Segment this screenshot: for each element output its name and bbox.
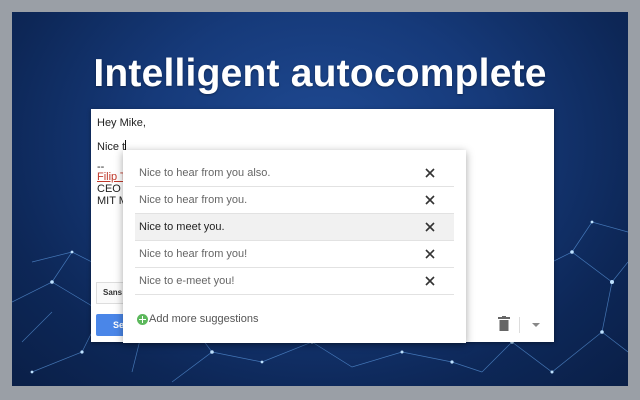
- trash-icon[interactable]: [497, 316, 511, 332]
- chevron-down-icon[interactable]: [532, 323, 540, 327]
- suggestion-label: Nice to hear from you.: [139, 194, 248, 206]
- close-icon[interactable]: [423, 247, 437, 261]
- close-icon[interactable]: [423, 193, 437, 207]
- signature-role: CEO: [97, 183, 121, 195]
- suggestion-label: Nice to meet you.: [139, 221, 225, 233]
- close-icon[interactable]: [423, 166, 437, 180]
- plus-icon: [137, 314, 148, 325]
- autocomplete-popup: Nice to hear from you also. Nice to hear…: [123, 150, 466, 343]
- headline: Intelligent autocomplete: [93, 52, 547, 95]
- typed-text: Nice t: [97, 141, 126, 153]
- suggestion-item-active[interactable]: Nice to meet you.: [135, 214, 454, 241]
- toolbar-separator: [519, 317, 520, 333]
- suggestion-item[interactable]: Nice to hear from you also.: [135, 160, 454, 187]
- add-more-label: Add more suggestions: [149, 313, 259, 325]
- suggestion-label: Nice to hear from you!: [139, 248, 248, 260]
- greeting-text: Hey Mike,: [97, 117, 146, 129]
- hero-frame: Intelligent autocomplete Hey Mike, Nice …: [12, 12, 628, 386]
- suggestion-item[interactable]: Nice to hear from you!: [135, 241, 454, 268]
- suggestion-item[interactable]: Nice to e-meet you!: [135, 268, 454, 295]
- suggestion-label: Nice to hear from you also.: [139, 167, 271, 179]
- suggestion-item[interactable]: Nice to hear from you.: [135, 187, 454, 214]
- close-icon[interactable]: [423, 274, 437, 288]
- close-icon[interactable]: [423, 220, 437, 234]
- suggestion-label: Nice to e-meet you!: [139, 275, 235, 287]
- message-body-input[interactable]: Nice t: [97, 140, 127, 153]
